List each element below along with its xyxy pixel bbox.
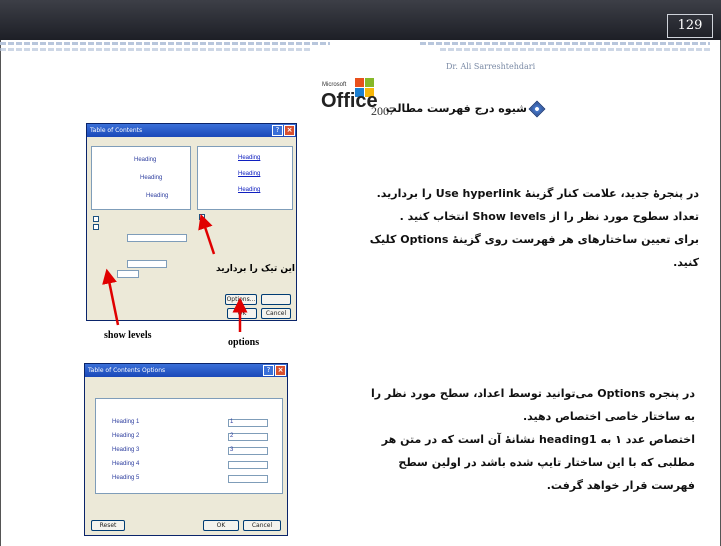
office-logo: Microsoft Office 2007: [321, 76, 401, 124]
p1-line-1: در پنجرۀ جدید، علامت کنار گزینۀ Use hype…: [376, 187, 699, 200]
show-levels-caption: show levels: [104, 330, 152, 341]
toc-dialog-screenshot: Table of Contents ? × Heading Heading He…: [86, 123, 297, 321]
help-icon: ?: [272, 125, 283, 136]
p2-line-4: مطلبی که با این ساختار تایپ شده باشد در …: [398, 456, 695, 469]
p1-line-2: تعداد سطوح مورد نظر را از Show levels ان…: [399, 210, 699, 223]
options-button: Options...: [225, 294, 257, 305]
logo-microsoft-text: Microsoft: [322, 82, 347, 88]
close-icon: ×: [275, 365, 286, 376]
p1-line-4: کنید.: [673, 256, 699, 269]
logo-office-text: Office: [321, 90, 378, 112]
formats-field: [127, 260, 167, 268]
show-page-numbers-checkbox: [93, 216, 99, 222]
print-preview-panel: Heading Heading Heading: [91, 146, 191, 210]
cancel-button: Cancel: [243, 520, 281, 531]
p1-line-3: برای تعیین ساختارهای هر فهرست روی گزینۀ …: [369, 233, 699, 246]
p2-line-2: به ساختار خاصی اختصاص دهید.: [522, 410, 695, 423]
cancel-button: Cancel: [261, 308, 291, 319]
close-icon: ×: [284, 125, 295, 136]
remove-tick-annotation: این تیک را بردارید: [216, 264, 295, 274]
page-number: 129: [667, 14, 713, 38]
level-field-3: [228, 447, 268, 455]
decorative-stripes: [0, 40, 721, 62]
styles-list-panel: Heading 1 Heading 2 Heading 3 Heading 4 …: [95, 398, 283, 494]
tab-leader-field: [127, 234, 187, 242]
options-caption: options: [228, 337, 260, 348]
modify-button: [261, 294, 291, 305]
instructions-paragraph-1: در پنجرۀ جدید، علامت کنار گزینۀ Use hype…: [315, 182, 699, 274]
right-align-checkbox: [93, 224, 99, 230]
toc-options-dialog-screenshot: Table of Contents Options ? × Heading 1 …: [84, 363, 288, 536]
web-preview-panel: Heading Heading Heading: [197, 146, 293, 210]
ok-button: OK: [227, 308, 257, 319]
p2-line-1: در پنجره Options می‌توانید توسط اعداد، س…: [370, 387, 695, 400]
reset-button: Reset: [91, 520, 125, 531]
p2-line-5: فهرست قرار خواهد گرفت.: [546, 479, 695, 492]
help-icon: ?: [263, 365, 274, 376]
header-bar: 129: [0, 0, 721, 40]
slide-heading: شیوه درج فهرست مطالب: [385, 100, 546, 117]
ok-button: OK: [203, 520, 239, 531]
level-field-4: [228, 461, 268, 469]
p2-line-3: اختصاص عدد ۱ به heading1 نشانۀ آن است که…: [381, 433, 695, 446]
bullet-diamond-icon: [528, 100, 546, 117]
level-field-2: [228, 433, 268, 441]
level-field-5: [228, 475, 268, 483]
use-hyperlinks-checkbox: [199, 214, 205, 220]
instructions-paragraph-2: در پنجره Options می‌توانید توسط اعداد، س…: [345, 382, 695, 497]
show-levels-field: [117, 270, 139, 278]
toc-options-dialog-title: Table of Contents Options ? ×: [85, 364, 287, 377]
level-field-1: [228, 419, 268, 427]
author-name: Dr. Ali Sarreshtehdari: [446, 62, 536, 71]
heading-text: شیوه درج فهرست مطالب: [385, 102, 527, 115]
toc-dialog-title: Table of Contents ? ×: [87, 124, 296, 137]
